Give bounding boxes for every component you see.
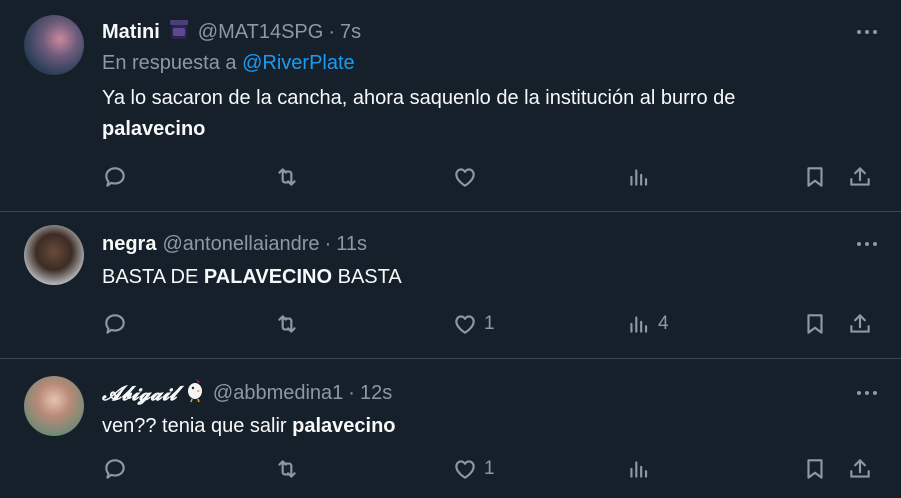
tweet-text-part: Ya lo sacaron de la cancha, ahora saquen… (102, 87, 736, 109)
heart-icon (455, 315, 475, 334)
tweet-text: BASTA DE PALAVECINO BASTA (102, 262, 877, 293)
reply-context: En respuesta a @RiverPlate (102, 52, 877, 75)
tweet-text-bold: palavecino (102, 118, 206, 140)
tweet-body: Matini @MAT14SPG · 7s En respuesta a @Ri… (102, 18, 877, 145)
retweet-icon (278, 315, 296, 333)
tweet-item[interactable]: negra @antonellaiandre · 11s BASTA DE PA… (0, 212, 901, 359)
more-options-button[interactable] (837, 379, 877, 407)
bookmark-icon (807, 314, 823, 334)
retweet-icon (278, 168, 296, 186)
like-count: 1 (484, 458, 495, 479)
reply-icon (105, 167, 125, 187)
tweet-item[interactable]: Matini @MAT14SPG · 7s En respuesta a @Ri… (0, 0, 901, 212)
display-name[interactable]: Matini (102, 21, 160, 44)
share-button[interactable] (847, 309, 873, 339)
bookmark-icon (807, 167, 823, 187)
tweet-header: 𝓐𝓫𝓲𝓰𝓪𝓲𝓵 @abbmedina1 · 12s (102, 379, 877, 407)
views-button[interactable] (626, 162, 658, 192)
tweet-actions: 1 4 (102, 309, 877, 339)
share-icon (850, 167, 870, 186)
more-options-button[interactable] (837, 18, 877, 46)
avatar[interactable] (24, 225, 84, 285)
more-dot-icon (865, 391, 869, 395)
avatar[interactable] (24, 376, 84, 436)
more-dot-icon (865, 30, 869, 34)
reply-button[interactable] (102, 162, 128, 192)
separator-dot: · (324, 232, 332, 255)
tweet-actions (102, 162, 877, 192)
reply-button[interactable] (102, 454, 128, 484)
like-count: 1 (484, 313, 495, 334)
views-icon (630, 169, 648, 186)
bookmark-icon (807, 459, 823, 479)
heart-icon (455, 168, 475, 187)
timestamp[interactable]: 12s (360, 382, 392, 405)
more-dot-icon (865, 242, 869, 246)
more-dot-icon (873, 30, 877, 34)
retweet-button[interactable] (274, 454, 300, 484)
tweet-body: negra @antonellaiandre · 11s BASTA DE PA… (102, 230, 877, 293)
views-button[interactable] (626, 454, 658, 484)
bookmark-button[interactable] (802, 309, 828, 339)
timestamp[interactable]: 11s (336, 233, 367, 256)
more-dot-icon (857, 391, 861, 395)
tweet-item[interactable]: 𝓐𝓫𝓲𝓰𝓪𝓲𝓵 @abbmedina1 · 12s ven?? tenia qu… (0, 359, 901, 498)
tweet-actions: 1 (102, 454, 877, 484)
like-button[interactable] (452, 162, 484, 192)
tweet-text-part: ven?? tenia que salir (102, 415, 293, 437)
more-dot-icon (857, 30, 861, 34)
tweet-text: Ya lo sacaron de la cancha, ahora saquen… (102, 83, 877, 145)
like-button[interactable]: 1 (452, 454, 495, 484)
more-dot-icon (873, 242, 877, 246)
share-button[interactable] (847, 454, 873, 484)
tweet-text-part: BASTA (332, 266, 402, 288)
reply-mention-link[interactable]: @RiverPlate (242, 52, 355, 74)
views-button[interactable]: 4 (626, 309, 669, 339)
user-handle[interactable]: @abbmedina1 (213, 382, 343, 405)
jar-icon (166, 16, 192, 48)
more-options-button[interactable] (837, 230, 877, 258)
share-button[interactable] (847, 162, 873, 192)
tweet-header: Matini @MAT14SPG · 7s (102, 18, 877, 46)
retweet-button[interactable] (274, 162, 300, 192)
heart-icon (455, 460, 475, 479)
retweet-icon (278, 460, 296, 478)
bookmark-button[interactable] (802, 162, 828, 192)
separator-dot: · (348, 381, 355, 404)
avatar[interactable] (24, 15, 84, 75)
like-button[interactable]: 1 (452, 309, 495, 339)
tweet-text-bold: PALAVECINO (203, 266, 333, 288)
reply-icon (105, 459, 125, 479)
reply-button[interactable] (102, 309, 128, 339)
reply-icon (105, 314, 125, 334)
views-count: 4 (658, 313, 669, 334)
views-icon (630, 461, 648, 478)
tweet-text-part: BASTA DE (102, 266, 204, 288)
share-icon (850, 314, 870, 333)
share-icon (850, 459, 870, 478)
tweet-text-bold: palavecino (292, 415, 396, 437)
views-icon (630, 316, 648, 333)
timestamp[interactable]: 7s (340, 21, 361, 44)
user-handle[interactable]: @MAT14SPG (198, 21, 324, 44)
bookmark-button[interactable] (802, 454, 828, 484)
chicken-icon (183, 377, 207, 409)
display-name[interactable]: negra (102, 233, 156, 256)
separator-dot: · (328, 20, 335, 43)
more-dot-icon (873, 391, 877, 395)
retweet-button[interactable] (274, 309, 300, 339)
tweet-text: ven?? tenia que salir palavecino (102, 411, 877, 442)
tweet-header: negra @antonellaiandre · 11s (102, 230, 877, 258)
more-dot-icon (857, 242, 861, 246)
reply-prefix: En respuesta a (102, 52, 237, 74)
user-handle[interactable]: @antonellaiandre (162, 233, 319, 256)
display-name[interactable]: 𝓐𝓫𝓲𝓰𝓪𝓲𝓵 (102, 381, 177, 405)
tweet-body: 𝓐𝓫𝓲𝓰𝓪𝓲𝓵 @abbmedina1 · 12s ven?? tenia qu… (102, 379, 877, 442)
